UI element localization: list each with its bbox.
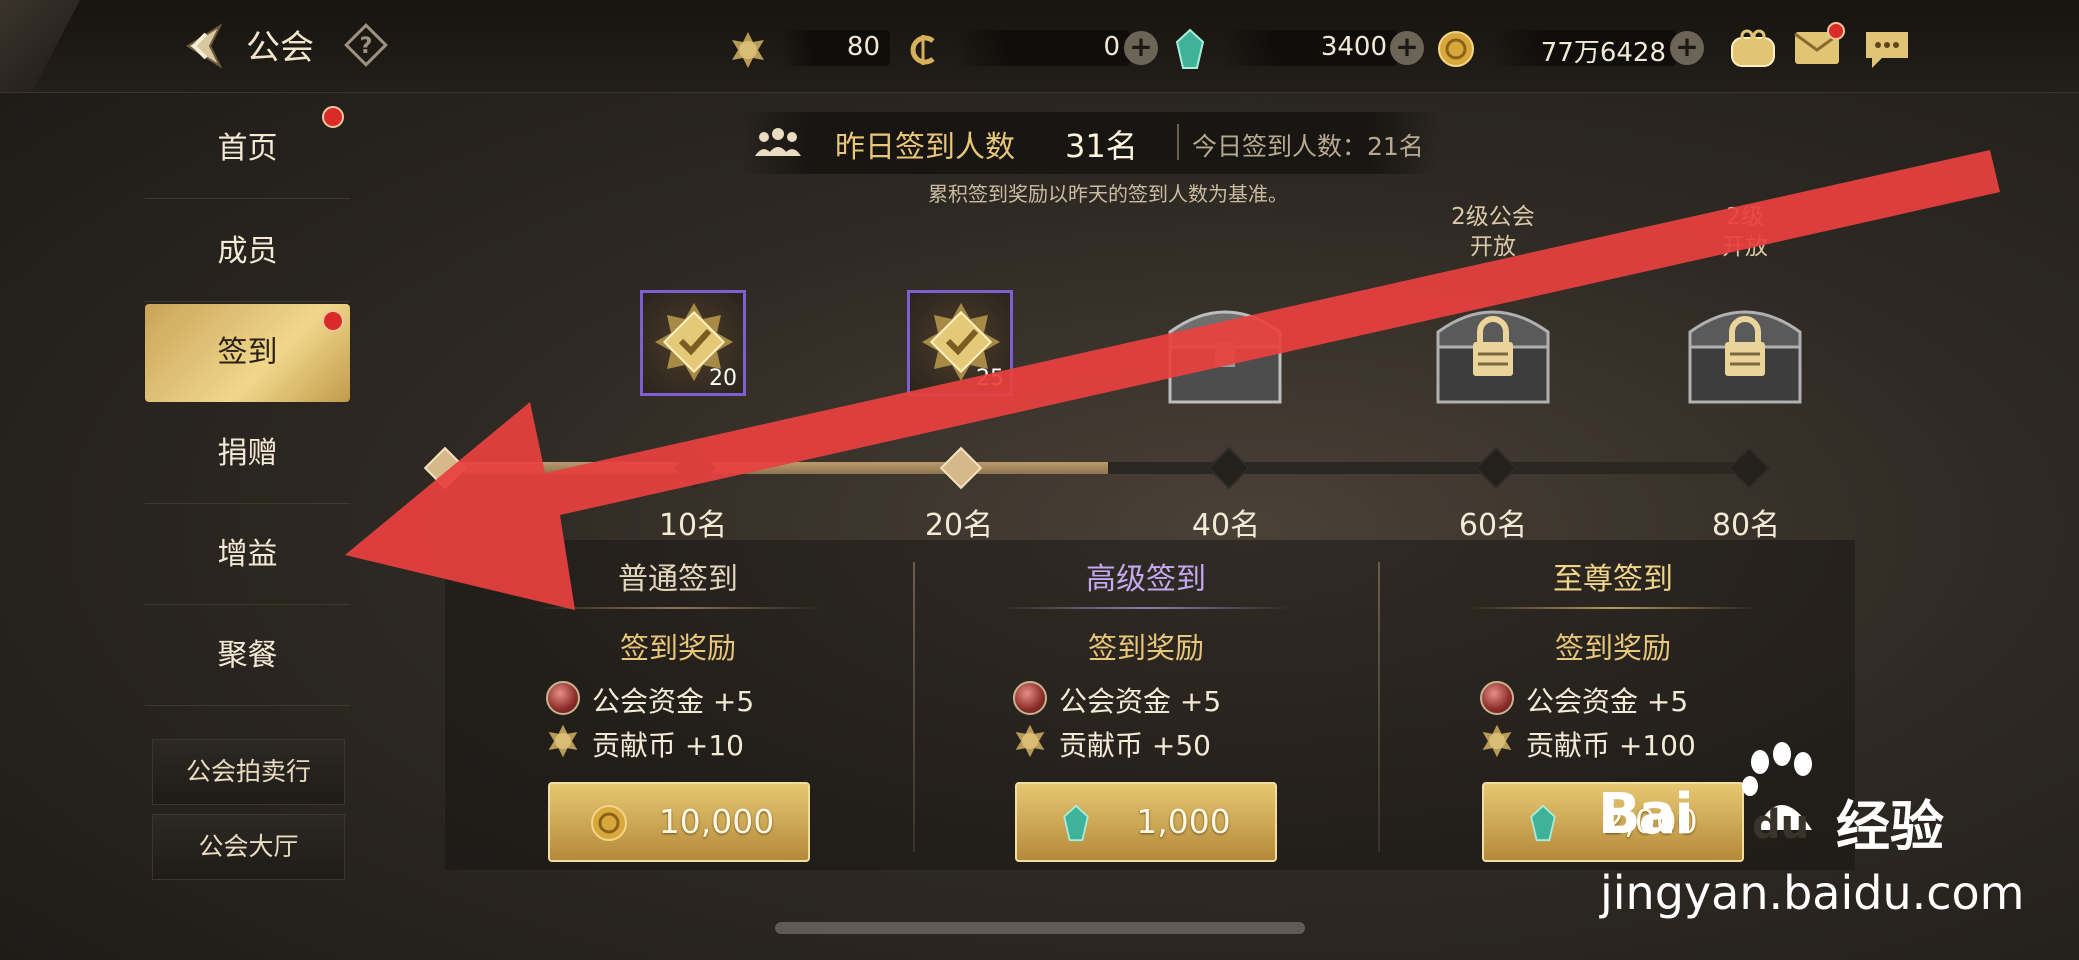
panel-separator xyxy=(1378,562,1380,852)
milestone-label-60: 60名 xyxy=(1458,508,1528,543)
sidebar-item-buff[interactable]: 增益 xyxy=(145,506,350,605)
watermark-cn: 经验 xyxy=(1836,795,1944,858)
guild-hall-button[interactable]: 公会大厅 xyxy=(152,814,345,880)
guild-auction-button[interactable]: 公会拍卖行 xyxy=(152,739,345,805)
track-node-20 xyxy=(939,446,983,490)
reward-label: 签到奖励 xyxy=(1554,631,1671,665)
page-title: 公会 xyxy=(246,28,314,68)
reward-row-fund: 公会资金 +5 xyxy=(1526,685,1689,718)
currency-gold: 77万6428 xyxy=(1480,26,1676,70)
back-arrow-icon[interactable] xyxy=(176,18,232,74)
contribution-coin-icon xyxy=(1482,724,1512,758)
milestone-unlock-note-4: 2级公会 开放 xyxy=(1451,204,1535,260)
watermark-brand-du: du xyxy=(1752,802,1810,848)
today-signin-text: 今日签到人数：21名 xyxy=(1192,132,1424,161)
reward-row-fund: 公会资金 +5 xyxy=(592,685,755,718)
tier-title-normal: 普通签到 xyxy=(618,562,738,597)
c-coin-icon xyxy=(910,35,935,65)
sidebar-item-signin[interactable]: 签到 xyxy=(145,304,350,402)
contribution-coin-icon xyxy=(1015,724,1045,758)
currency-crystal: 3400 xyxy=(1212,26,1397,70)
track-node-40 xyxy=(1207,446,1251,490)
add-crystal-button[interactable]: + xyxy=(1390,31,1424,65)
guild-fund-icon xyxy=(1480,681,1514,715)
reward-row-contribution: 贡献币 +100 xyxy=(1526,729,1696,762)
milestone-unlock-note-5: 2级 开放 xyxy=(1722,204,1768,260)
milestone-label-40: 40名 xyxy=(1191,508,1261,543)
purse-icon[interactable] xyxy=(1728,28,1778,70)
mail-notification-dot xyxy=(1827,22,1845,40)
sidebar-item-feast[interactable]: 聚餐 xyxy=(145,607,350,706)
reward-row-contribution: 贡献币 +50 xyxy=(1059,729,1211,762)
home-indicator xyxy=(775,922,1305,934)
locked-chest-icon[interactable] xyxy=(1428,292,1558,412)
signin-note: 累积签到奖励以昨天的签到人数为基准。 xyxy=(928,182,1288,206)
milestone-reward-2[interactable]: 25 xyxy=(907,290,1013,396)
milestone-label-20: 20名 xyxy=(924,508,994,543)
track-node-60 xyxy=(1474,446,1518,490)
guild-fund-icon xyxy=(546,681,580,715)
track-start-node xyxy=(423,446,467,490)
home-notification-dot xyxy=(322,106,344,128)
guild-fund-icon xyxy=(1013,681,1047,715)
yesterday-signin-count: 31名 xyxy=(1065,127,1138,165)
milestone-label-10: 10名 xyxy=(658,508,728,543)
help-icon[interactable]: ? xyxy=(343,22,389,68)
panel-separator xyxy=(913,562,915,852)
milestone-reward-1[interactable]: 20 xyxy=(640,290,746,396)
signin-cost: 10,000 xyxy=(658,802,775,841)
milestone-reward-count: 20 xyxy=(709,366,737,391)
signin-progress-fill xyxy=(435,462,1109,474)
track-node-10 xyxy=(673,446,717,490)
track-node-80 xyxy=(1727,446,1771,490)
yesterday-signin-label: 昨日签到人数 xyxy=(835,130,1015,165)
sidebar-item-home[interactable]: 首页 xyxy=(145,100,350,199)
reward-row-fund: 公会资金 +5 xyxy=(1059,685,1222,718)
normal-signin-button[interactable]: 10,000 xyxy=(548,782,810,862)
svg-text:?: ? xyxy=(360,34,373,59)
milestone-label-80: 80名 xyxy=(1711,508,1781,543)
title-underline xyxy=(1001,607,1291,609)
people-icon xyxy=(755,128,801,156)
chat-icon[interactable] xyxy=(1862,28,1912,70)
sidebar-item-members[interactable]: 成员 xyxy=(145,203,350,302)
sidebar-item-donate[interactable]: 捐赠 xyxy=(145,405,350,504)
gold-coin-icon xyxy=(591,805,627,841)
signin-notification-dot xyxy=(322,310,344,332)
watermark-brand: Bai xyxy=(1598,782,1694,847)
tier-title-supreme: 至尊签到 xyxy=(1553,562,1673,597)
reward-row-contribution: 贡献币 +10 xyxy=(592,729,744,762)
locked-chest-icon[interactable] xyxy=(1680,292,1810,412)
currency-contribution: 80 xyxy=(770,26,890,70)
add-c-coin-button[interactable]: + xyxy=(1124,31,1158,65)
reward-label: 签到奖励 xyxy=(1087,631,1204,665)
crystal-icon xyxy=(1063,804,1089,842)
crystal-icon xyxy=(1175,28,1205,69)
currency-c-coin: 0 xyxy=(945,26,1130,70)
signin-cost: 1,000 xyxy=(1136,802,1231,841)
advanced-signin-button[interactable]: 1,000 xyxy=(1015,782,1277,862)
info-divider xyxy=(1177,124,1179,160)
contribution-coin-icon xyxy=(548,724,578,758)
watermark-url: jingyan.baidu.com xyxy=(1600,866,2025,920)
add-gold-button[interactable]: + xyxy=(1670,31,1704,65)
tier-title-advanced: 高级签到 xyxy=(1086,562,1206,597)
milestone-reward-count: 25 xyxy=(976,366,1004,391)
crystal-icon xyxy=(1530,804,1556,842)
title-underline xyxy=(533,607,823,609)
reward-label: 签到奖励 xyxy=(619,631,736,665)
chest-icon[interactable] xyxy=(1160,292,1290,412)
gold-coin-icon xyxy=(1438,31,1474,67)
contribution-coin-icon xyxy=(732,32,764,68)
title-underline xyxy=(1468,607,1758,609)
